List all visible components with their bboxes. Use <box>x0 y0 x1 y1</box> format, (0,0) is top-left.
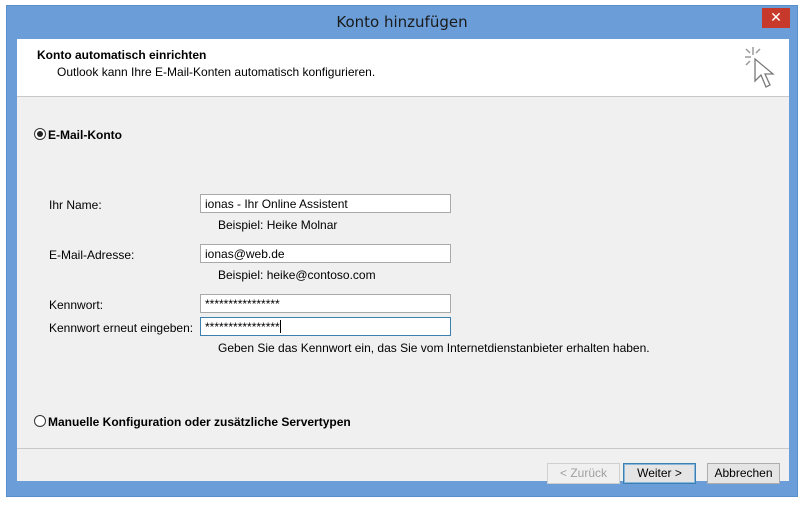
close-button[interactable]: ✕ <box>762 8 790 28</box>
dialog-content: E-Mail-Konto Ihr Name: ionas - Ihr Onlin… <box>17 97 789 484</box>
password-hint: Geben Sie das Kennwort ein, das Sie vom … <box>218 341 650 355</box>
password-confirm-label: Kennwort erneut eingeben: <box>49 321 194 335</box>
email-account-label[interactable]: E-Mail-Konto <box>48 128 122 142</box>
dialog-header: Konto automatisch einrichten Outlook kan… <box>17 39 789 97</box>
name-label: Ihr Name: <box>49 198 102 212</box>
text-caret <box>279 320 281 333</box>
back-button[interactable]: < Zurück <box>547 463 620 484</box>
email-account-radio[interactable] <box>34 128 46 140</box>
title-bar[interactable]: Konto hinzufügen ✕ <box>7 6 797 39</box>
next-button[interactable]: Weiter > <box>623 463 696 484</box>
dialog-window: Konto hinzufügen ✕ Konto automatisch ein… <box>6 5 798 497</box>
cancel-button[interactable]: Abbrechen <box>707 463 780 484</box>
password-confirm-input[interactable]: **************** <box>200 317 451 336</box>
email-label: E-Mail-Adresse: <box>49 248 135 262</box>
name-input[interactable]: ionas - Ihr Online Assistent <box>200 194 451 213</box>
cursor-sparkle-icon <box>745 47 775 88</box>
password-label: Kennwort: <box>49 298 104 312</box>
password-confirm-value: **************** <box>205 320 280 334</box>
email-hint: Beispiel: heike@contoso.com <box>218 268 376 282</box>
email-input[interactable]: ionas@web.de <box>200 244 451 263</box>
header-title: Konto automatisch einrichten <box>37 48 207 62</box>
password-input[interactable]: **************** <box>200 294 451 313</box>
close-icon: ✕ <box>770 10 782 26</box>
manual-config-radio[interactable] <box>34 415 46 427</box>
footer-separator <box>17 448 789 449</box>
header-subtitle: Outlook kann Ihre E-Mail-Konten automati… <box>57 65 376 79</box>
window-title: Konto hinzufügen <box>336 13 468 31</box>
name-hint: Beispiel: Heike Molnar <box>218 218 338 232</box>
manual-config-label[interactable]: Manuelle Konfiguration oder zusätzliche … <box>48 415 351 429</box>
